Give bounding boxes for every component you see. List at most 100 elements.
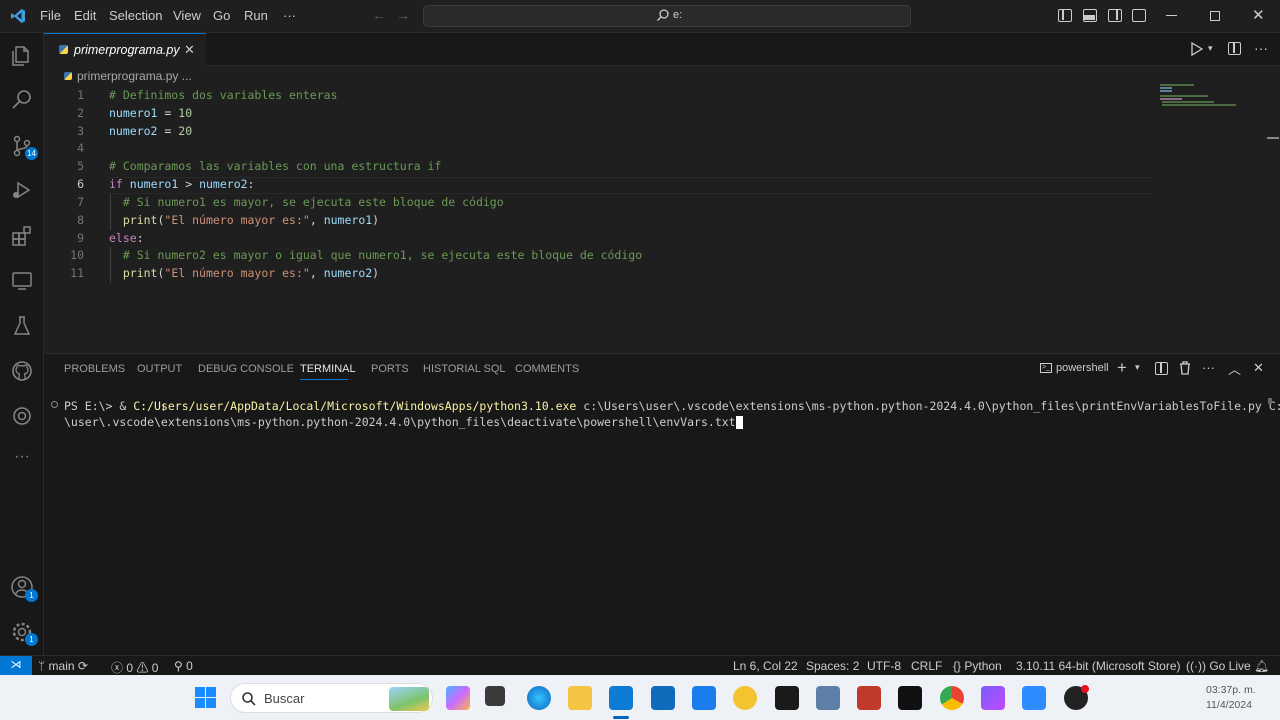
menu-file[interactable]: File	[40, 8, 61, 23]
close-window-icon[interactable]: ✕	[1252, 6, 1265, 24]
vscode-taskbar-icon[interactable]	[609, 686, 633, 710]
run-debug-icon[interactable]	[10, 178, 34, 202]
copilot-pre-icon[interactable]	[446, 686, 470, 710]
tab-historial-sql[interactable]: HISTORIAL SQL	[423, 363, 506, 375]
mail-icon[interactable]	[651, 686, 675, 710]
minimap[interactable]	[1160, 84, 1240, 108]
current-line-highlight	[108, 177, 1152, 194]
windows-taskbar: Buscar 03:37p. m. 11/4/2024	[0, 675, 1280, 720]
editor-more-actions-icon[interactable]: ···	[1254, 40, 1268, 56]
task-view-icon[interactable]	[485, 686, 505, 706]
edge-browser-icon[interactable]	[527, 686, 551, 710]
terminal-shell-selector[interactable]: >_ powershell	[1040, 362, 1109, 374]
language-mode[interactable]: {} Python	[953, 659, 1002, 673]
network-app-icon[interactable]	[816, 686, 840, 710]
close-panel-icon[interactable]: ✕	[1253, 360, 1264, 376]
code-line: numero2 = 20	[109, 124, 193, 138]
more-views-icon[interactable]: ···	[10, 448, 34, 472]
cursor-position[interactable]: Ln 6, Col 22	[733, 659, 798, 673]
file-explorer-icon[interactable]	[568, 686, 592, 710]
windows-start-icon[interactable]	[195, 687, 217, 709]
remote-explorer-icon[interactable]	[10, 269, 34, 293]
end-of-line[interactable]: CRLF	[911, 659, 942, 673]
split-terminal-icon[interactable]	[1155, 362, 1168, 375]
menu-edit[interactable]: Edit	[74, 8, 96, 23]
openai-chat-icon[interactable]	[10, 404, 34, 428]
line-number: 1	[77, 88, 84, 102]
dropbox-icon[interactable]	[775, 686, 799, 710]
minimize-icon[interactable]	[1166, 15, 1177, 16]
title-bar: File Edit Selection View Go Run ··· ← → …	[0, 0, 1280, 33]
ports-indicator[interactable]: ⚲ 0	[174, 659, 193, 673]
snipping-tool-icon[interactable]	[857, 686, 881, 710]
tab-primerprograma[interactable]: primerprograma.py ✕	[44, 33, 206, 67]
terminal-line[interactable]: \user\.vscode\extensions\ms-python.pytho…	[64, 415, 743, 429]
breadcrumb-file[interactable]: primerprograma.py	[77, 69, 178, 83]
toggle-sidebar-icon[interactable]	[1058, 9, 1072, 22]
indentation[interactable]: Spaces: 2	[806, 659, 859, 673]
python-interpreter[interactable]: 3.10.11 64-bit (Microsoft Store)	[1016, 659, 1181, 673]
menu-run[interactable]: Run	[244, 8, 268, 23]
back-arrow-icon[interactable]: ←	[372, 7, 386, 23]
search-icon	[656, 8, 670, 27]
search-view-icon[interactable]	[10, 88, 34, 112]
terminal-dropdown-chevron-icon[interactable]: ▾	[1135, 362, 1140, 373]
command-center-search[interactable]: e:	[423, 5, 911, 27]
branch-indicator[interactable]: ᛘ main ⟳	[38, 659, 88, 673]
breadcrumb-more[interactable]: ...	[182, 69, 192, 83]
tab-terminal[interactable]: TERMINAL	[300, 363, 356, 375]
chrome-icon[interactable]	[940, 686, 964, 710]
panel-more-actions-icon[interactable]: ···	[1202, 360, 1215, 375]
terminal-line[interactable]: PS E:\> & C:/Users/user/AppData/Local/Mi…	[64, 399, 1280, 413]
restore-icon[interactable]	[1210, 11, 1220, 21]
notifications-bell-icon[interactable]: 🔔︎	[1254, 659, 1269, 673]
terminal-prompt: PS E:\> &	[64, 399, 134, 413]
magic-app-icon[interactable]	[981, 686, 1005, 710]
tab-comments[interactable]: COMMENTS	[515, 363, 579, 375]
error-icon: ⓧ	[111, 661, 124, 675]
menu-view[interactable]: View	[173, 8, 201, 23]
github-icon[interactable]	[10, 359, 34, 383]
run-dropdown-chevron-icon[interactable]: ▾	[1208, 43, 1213, 54]
extensions-icon[interactable]	[10, 224, 34, 248]
mysql-workbench-icon[interactable]	[692, 686, 716, 710]
search-text: e:	[673, 9, 683, 21]
taskbar-clock-date[interactable]: 11/4/2024	[1206, 699, 1252, 711]
terminal-scrollbar[interactable]	[1268, 398, 1272, 404]
rubber-duck-icon[interactable]	[733, 686, 757, 710]
kill-terminal-trash-icon[interactable]	[1179, 361, 1191, 380]
toggle-panel-icon[interactable]	[1083, 9, 1097, 22]
split-editor-icon[interactable]	[1228, 42, 1241, 55]
problems-indicator[interactable]: ⓧ 0 ⚠ 0	[111, 659, 158, 676]
line-number: 10	[70, 248, 84, 262]
terminal-exe-path: C:/Users/user/AppData/Local/Microsoft/Wi…	[133, 399, 577, 413]
tab-debug-console[interactable]: DEBUG CONSOLE	[198, 363, 294, 375]
taskbar-search-box[interactable]: Buscar	[230, 683, 433, 713]
search-highlight-image-icon	[389, 687, 429, 711]
new-terminal-plus-icon[interactable]: +	[1117, 358, 1127, 378]
toggle-secondary-sidebar-icon[interactable]	[1108, 9, 1122, 22]
line-number: 11	[70, 266, 84, 280]
line-number: 2	[77, 106, 84, 120]
notepad-icon[interactable]	[1022, 686, 1046, 710]
remote-indicator[interactable]: ⋊	[0, 656, 32, 676]
run-python-file-icon[interactable]	[1191, 41, 1204, 61]
explorer-icon[interactable]	[10, 44, 34, 68]
menu-go[interactable]: Go	[213, 8, 230, 23]
tab-output[interactable]: OUTPUT	[137, 363, 182, 375]
encoding[interactable]: UTF-8	[867, 659, 901, 673]
go-live[interactable]: ((·)) Go Live	[1186, 659, 1251, 673]
taskbar-clock-time[interactable]: 03:37p. m.	[1206, 684, 1256, 696]
tab-ports[interactable]: PORTS	[371, 363, 409, 375]
menu-more[interactable]: ···	[283, 8, 296, 23]
tab-close-icon[interactable]: ✕	[184, 42, 195, 58]
tab-problems[interactable]: PROBLEMS	[64, 363, 125, 375]
terminal-app-icon[interactable]	[898, 686, 922, 710]
customize-layout-icon[interactable]	[1132, 9, 1146, 22]
menu-selection[interactable]: Selection	[109, 8, 162, 23]
maximize-panel-chevron-up-icon[interactable]: ︿	[1228, 359, 1241, 378]
testing-flask-icon[interactable]	[10, 314, 34, 338]
forward-arrow-icon[interactable]: →	[396, 7, 410, 23]
active-tab-underline	[300, 379, 348, 380]
scrollbar-marker[interactable]	[1267, 137, 1279, 139]
